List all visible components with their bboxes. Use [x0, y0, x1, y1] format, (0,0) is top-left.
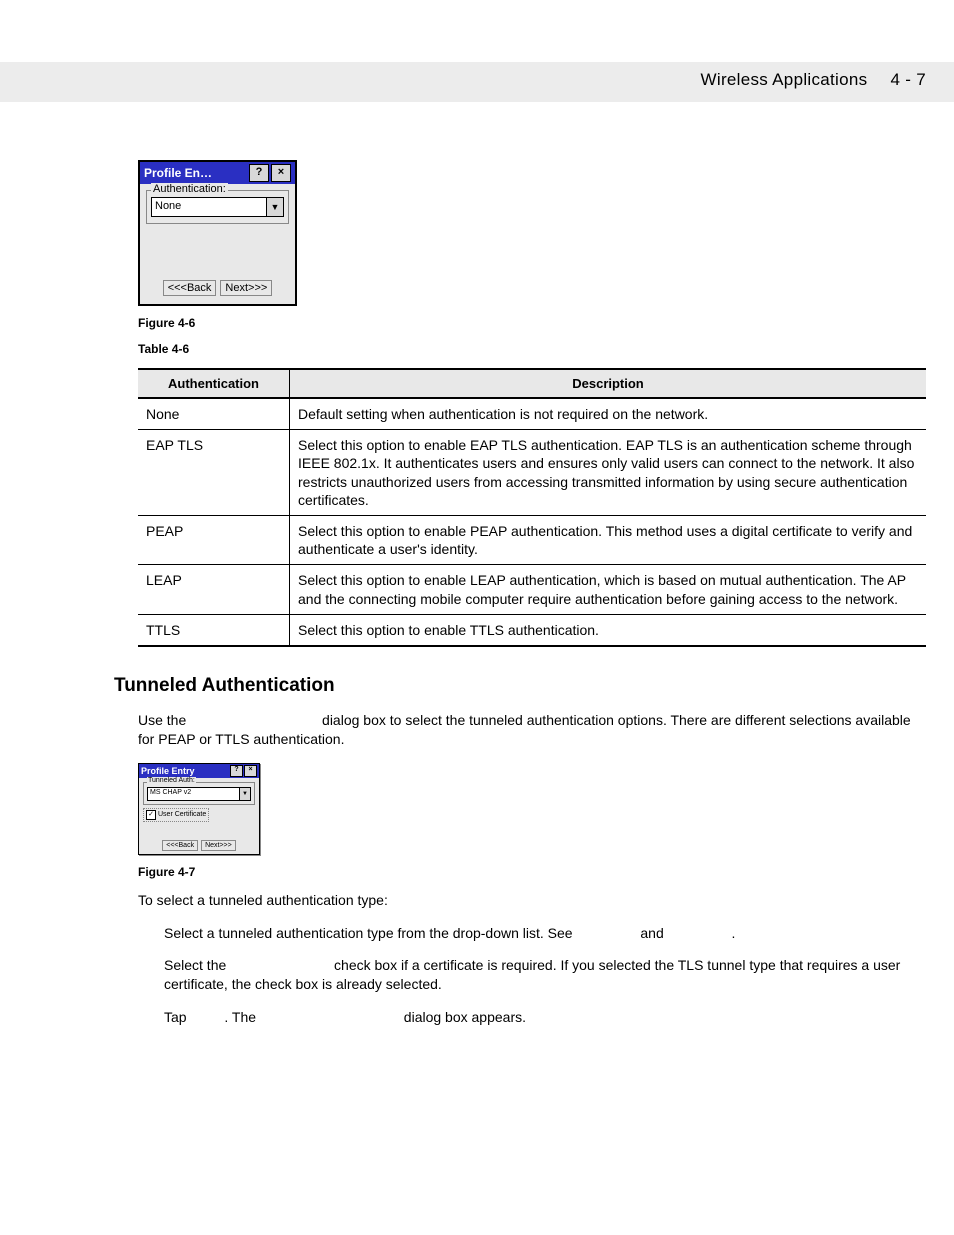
page: Wireless Applications 4 - 7 Profile En… …	[0, 0, 954, 1235]
next-button[interactable]: Next>>>	[201, 840, 236, 851]
text-fragment: dialog box to select the tunneled authen…	[138, 712, 911, 747]
text-fragment: dialog box appears.	[404, 1009, 526, 1025]
cell-desc: Default setting when authentication is n…	[290, 398, 927, 430]
authentication-table: Authentication Description None Default …	[138, 368, 926, 647]
cell-desc: Select this option to enable TTLS authen…	[290, 614, 927, 646]
authentication-fieldset: Authentication: None ▼	[146, 190, 289, 224]
close-button[interactable]: ×	[271, 164, 291, 182]
step-list: Select a tunneled authentication type fr…	[164, 924, 926, 1028]
lead-sentence: To select a tunneled authentication type…	[138, 891, 926, 910]
figure-caption-4-6: Figure 4-6	[138, 316, 926, 330]
figure-caption-4-7: Figure 4-7	[138, 865, 926, 879]
step-2: Select the check box if a certificate is…	[164, 956, 926, 994]
step-1: Select a tunneled authentication type fr…	[164, 924, 926, 943]
cell-desc: Select this option to enable LEAP authen…	[290, 565, 927, 614]
back-button[interactable]: <<<Back	[163, 280, 217, 296]
text-fragment: check box if a certificate is required. …	[164, 957, 900, 992]
profile-entry-dialog: Profile En… ? × Authentication: None ▼ <…	[138, 160, 297, 306]
profile-entry-small-dialog: Profile Entry ? × Tunneled Auth: MS CHAP…	[138, 763, 260, 855]
dialog-buttons: <<<Back Next>>>	[143, 840, 255, 851]
cell-auth: EAP TLS	[138, 430, 290, 516]
tunneled-auth-dropdown[interactable]: MS CHAP v2 ▼	[147, 787, 251, 801]
cell-auth: LEAP	[138, 565, 290, 614]
help-button[interactable]: ?	[249, 164, 269, 182]
content-area: Profile En… ? × Authentication: None ▼ <…	[138, 160, 926, 1041]
step-3: Tap . The dialog box appears.	[164, 1008, 926, 1027]
text-fragment: Use the	[138, 712, 190, 728]
cell-auth: PEAP	[138, 515, 290, 564]
th-description: Description	[290, 369, 927, 398]
help-button[interactable]: ?	[230, 765, 243, 777]
intro-paragraph: Use the dialog box to select the tunnele…	[138, 711, 926, 749]
section-heading: Tunneled Authentication	[114, 675, 926, 697]
dropdown-value: MS CHAP v2	[148, 788, 239, 800]
dialog-buttons: <<<Back Next>>>	[146, 280, 289, 296]
back-button[interactable]: <<<Back	[162, 840, 198, 851]
cell-desc: Select this option to enable EAP TLS aut…	[290, 430, 927, 516]
user-certificate-checkbox[interactable]: ✓ User Certificate	[143, 808, 209, 822]
chevron-down-icon: ▼	[239, 788, 250, 800]
page-header: Wireless Applications 4 - 7	[0, 62, 954, 102]
table-row: TTLS Select this option to enable TTLS a…	[138, 614, 926, 646]
dialog-body: Authentication: None ▼ <<<Back Next>>>	[140, 184, 295, 304]
text-fragment: Select a tunneled authentication type fr…	[164, 925, 576, 941]
text-fragment: . The	[224, 1009, 260, 1025]
th-authentication: Authentication	[138, 369, 290, 398]
text-fragment: and	[640, 925, 667, 941]
chevron-down-icon: ▼	[266, 198, 283, 216]
table-caption-4-6: Table 4-6	[138, 342, 926, 356]
dialog-titlebar: Profile Entry ? ×	[139, 764, 259, 778]
next-button[interactable]: Next>>>	[220, 280, 272, 296]
checkbox-label: User Certificate	[158, 811, 206, 818]
dropdown-value: None	[152, 198, 266, 216]
header-text: Wireless Applications 4 - 7	[701, 70, 926, 90]
table-row: EAP TLS Select this option to enable EAP…	[138, 430, 926, 516]
text-fragment: Select the	[164, 957, 230, 973]
fieldset-legend: Tunneled Auth:	[147, 777, 196, 784]
fieldset-legend: Authentication:	[151, 183, 228, 195]
table-header-row: Authentication Description	[138, 369, 926, 398]
table-row: LEAP Select this option to enable LEAP a…	[138, 565, 926, 614]
text-fragment: .	[732, 925, 736, 941]
tunneled-auth-fieldset: Tunneled Auth: MS CHAP v2 ▼	[143, 782, 255, 805]
dialog-title: Profile Entry	[141, 766, 229, 776]
checkbox-box: ✓	[146, 810, 156, 820]
table-row: None Default setting when authentication…	[138, 398, 926, 430]
table-row: PEAP Select this option to enable PEAP a…	[138, 515, 926, 564]
dialog-titlebar: Profile En… ? ×	[140, 162, 295, 184]
cell-desc: Select this option to enable PEAP authen…	[290, 515, 927, 564]
text-fragment: Tap	[164, 1009, 190, 1025]
page-number: 4 - 7	[890, 70, 926, 89]
cell-auth: None	[138, 398, 290, 430]
cell-auth: TTLS	[138, 614, 290, 646]
authentication-dropdown[interactable]: None ▼	[151, 197, 284, 217]
dialog-body: Tunneled Auth: MS CHAP v2 ▼ ✓ User Certi…	[139, 778, 259, 854]
dialog-title: Profile En…	[144, 166, 247, 180]
chapter-title: Wireless Applications	[701, 70, 868, 89]
close-button[interactable]: ×	[244, 765, 257, 777]
